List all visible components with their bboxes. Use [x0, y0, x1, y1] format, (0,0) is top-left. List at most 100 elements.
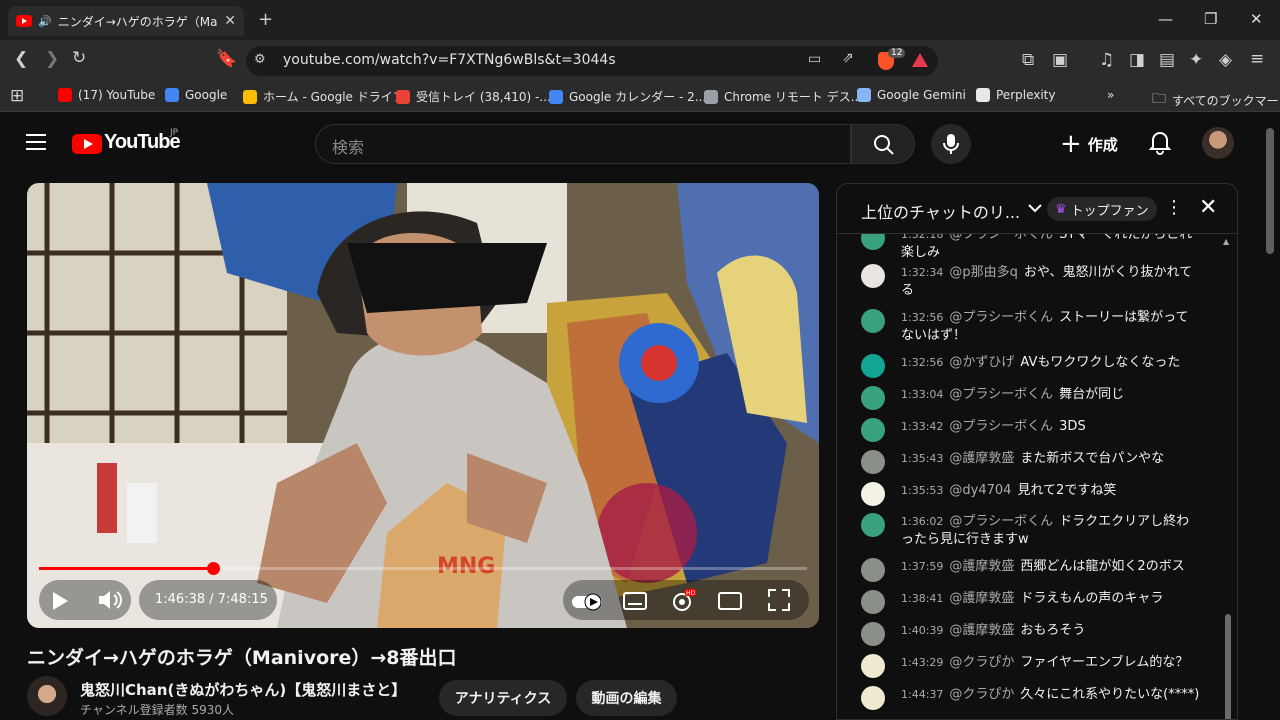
bookmark-item[interactable]: ホーム - Google ドライブ: [243, 88, 405, 105]
chat-author-name[interactable]: @プラシーボくん: [949, 419, 1053, 434]
bookmark-item[interactable]: Google: [165, 88, 227, 102]
chat-message[interactable]: 1:36:02 @プラシーボくん ドラクエクリアし終わったら見に行きますw: [861, 513, 1201, 549]
url-text[interactable]: youtube.com/watch?v=F7XTNg6wBls&t=3044s: [283, 52, 616, 68]
theater-mode-icon[interactable]: [718, 591, 742, 611]
video-player[interactable]: MNG 1:46:38 / 7:48:15 HD: [27, 183, 819, 628]
subtitles-icon[interactable]: [623, 591, 647, 611]
wallet-icon[interactable]: ▤: [1159, 50, 1175, 70]
bookmark-item[interactable]: 受信トレイ (38,410) -...: [396, 88, 551, 105]
more-options-icon[interactable]: ⋮: [1165, 197, 1183, 218]
close-window-button[interactable]: ✕: [1250, 10, 1263, 28]
chat-author-avatar[interactable]: [861, 686, 885, 710]
bookmark-item[interactable]: Google カレンダー - 2...: [549, 88, 706, 105]
media-icon[interactable]: ♫: [1099, 50, 1114, 70]
search-button[interactable]: [851, 124, 915, 164]
chat-author-avatar[interactable]: [861, 309, 885, 333]
new-tab-button[interactable]: +: [258, 9, 273, 30]
back-icon[interactable]: ❮: [14, 49, 28, 69]
chat-message[interactable]: 1:33:42 @プラシーボくん 3DS: [861, 418, 1201, 442]
chat-author-name[interactable]: @プラシーボくん: [949, 310, 1053, 325]
autoplay-toggle-icon[interactable]: [571, 593, 603, 611]
sidebar-icon[interactable]: ◨: [1129, 50, 1145, 70]
search-input[interactable]: [315, 124, 851, 164]
chat-author-avatar[interactable]: [861, 590, 885, 614]
channel-avatar[interactable]: [27, 676, 67, 716]
bookmarks-overflow-icon[interactable]: »: [1107, 88, 1114, 102]
scroll-up-icon[interactable]: ▲: [1223, 237, 1229, 246]
bookmark-item[interactable]: Chrome リモート デス...: [704, 88, 862, 105]
chat-author-avatar[interactable]: [861, 482, 885, 506]
chat-author-name[interactable]: @プラシーボくん: [949, 387, 1053, 402]
chat-scrollbar-thumb[interactable]: [1225, 614, 1231, 719]
chat-message[interactable]: 1:33:04 @プラシーボくん 舞台が同じ: [861, 386, 1201, 410]
chat-author-name[interactable]: @プラシーボくん: [949, 514, 1053, 529]
chat-message[interactable]: 1:32:56 @かずひげ AVもワクワクしなくなった: [861, 354, 1201, 378]
chat-author-name[interactable]: @p那由多q: [949, 265, 1018, 280]
chat-author-avatar[interactable]: [861, 264, 885, 288]
minimize-button[interactable]: —: [1158, 10, 1173, 28]
chat-author-avatar[interactable]: [861, 558, 885, 582]
chat-author-avatar[interactable]: [861, 354, 885, 378]
menu-icon[interactable]: ≡: [1250, 49, 1264, 69]
chat-message[interactable]: 1:44:37 @クラぴか 久々にこれ系やりたいな(****): [861, 686, 1201, 710]
chat-author-avatar[interactable]: [861, 386, 885, 410]
share-icon[interactable]: ⇗: [842, 50, 854, 66]
bookmark-item[interactable]: (17) YouTube: [58, 88, 155, 102]
extensions-icon[interactable]: ⧉: [1022, 50, 1034, 70]
forward-icon[interactable]: ❯: [45, 49, 59, 69]
analytics-button[interactable]: アナリティクス: [439, 680, 567, 716]
chat-message[interactable]: 1:40:39 @護摩敦盛 おもろそう: [861, 622, 1201, 646]
volume-icon[interactable]: [97, 589, 123, 611]
browser-tab[interactable]: 🔊 ニンダイ→ハゲのホラゲ（Manivore） ✕: [8, 6, 244, 36]
chat-author-name[interactable]: @クラぴか: [949, 655, 1014, 670]
chat-message[interactable]: 1:32:34 @p那由多q おや、鬼怒川がくり抜かれてる: [861, 264, 1201, 300]
chat-author-name[interactable]: @プラシーボくん: [949, 234, 1053, 242]
bookmark-item[interactable]: Google Gemini: [857, 88, 966, 102]
audio-playing-icon[interactable]: 🔊: [38, 15, 52, 28]
notifications-bell-icon[interactable]: [1148, 129, 1172, 155]
settings-gear-icon[interactable]: HD: [670, 589, 696, 613]
chat-author-name[interactable]: @かずひげ: [949, 355, 1014, 370]
account-avatar[interactable]: [1202, 127, 1234, 159]
maximize-button[interactable]: ❐: [1204, 10, 1217, 28]
all-bookmarks-item[interactable]: 🗀 すべてのブックマーク: [1152, 88, 1280, 112]
chat-message[interactable]: 1:37:59 @護摩敦盛 西郷どんは龍が如く2のボス: [861, 558, 1201, 582]
chat-author-avatar[interactable]: [861, 418, 885, 442]
fullscreen-icon[interactable]: [768, 589, 790, 611]
chevron-down-icon[interactable]: [1027, 200, 1043, 216]
chat-message[interactable]: 1:38:41 @護摩敦盛 ドラえもんの声のキャラ: [861, 590, 1201, 614]
chat-mode-title[interactable]: 上位のチャットのリ...: [861, 199, 1020, 223]
brave-rewards-icon[interactable]: [912, 53, 928, 67]
cast-icon[interactable]: ▭: [808, 51, 821, 67]
edit-video-button[interactable]: 動画の編集: [576, 680, 677, 716]
create-button[interactable]: + 作成: [1050, 124, 1130, 164]
tab-close-icon[interactable]: ✕: [224, 13, 236, 29]
bookmark-item[interactable]: Perplexity: [976, 88, 1056, 102]
reader-icon[interactable]: ▣: [1052, 50, 1068, 70]
chat-message[interactable]: 1:35:53 @dy4704 見れて2ですね笑: [861, 482, 1201, 506]
chat-author-name[interactable]: @護摩敦盛: [949, 591, 1014, 606]
page-scrollbar-thumb[interactable]: [1266, 128, 1274, 254]
guide-menu-icon[interactable]: [26, 134, 46, 155]
chat-message[interactable]: 1:43:29 @クラぴか ファイヤーエンブレム的な？: [861, 654, 1201, 678]
chat-message[interactable]: 1:32:56 @プラシーボくん ストーリーは繋がってないはず！: [861, 309, 1201, 345]
site-settings-icon[interactable]: ⚙: [254, 52, 266, 67]
chat-author-name[interactable]: @dy4704: [949, 483, 1011, 498]
close-chat-icon[interactable]: ✕: [1199, 195, 1217, 220]
chat-author-name[interactable]: @護摩敦盛: [949, 451, 1014, 466]
youtube-logo-icon[interactable]: [72, 134, 102, 154]
play-icon[interactable]: [51, 591, 69, 611]
chat-message[interactable]: 1:32:18 @プラシーボくん STマーくれたからこれ楽しみ: [861, 234, 1201, 262]
apps-grid-icon[interactable]: ⊞: [10, 86, 24, 106]
bookmark-icon[interactable]: 🔖: [216, 49, 237, 69]
youtube-logo-text[interactable]: YouTube: [104, 131, 181, 154]
chat-author-avatar[interactable]: [861, 513, 885, 537]
chat-author-name[interactable]: @クラぴか: [949, 687, 1014, 702]
leo-ai-icon[interactable]: ✦: [1189, 50, 1203, 70]
chat-author-name[interactable]: @護摩敦盛: [949, 623, 1014, 638]
progress-scrubber-handle[interactable]: [207, 562, 220, 575]
chat-author-name[interactable]: @護摩敦盛: [949, 559, 1014, 574]
reload-icon[interactable]: ↻: [72, 48, 86, 68]
chat-message[interactable]: 1:35:43 @護摩敦盛 また新ボスで台パンやな: [861, 450, 1201, 474]
voice-search-button[interactable]: [931, 124, 971, 164]
